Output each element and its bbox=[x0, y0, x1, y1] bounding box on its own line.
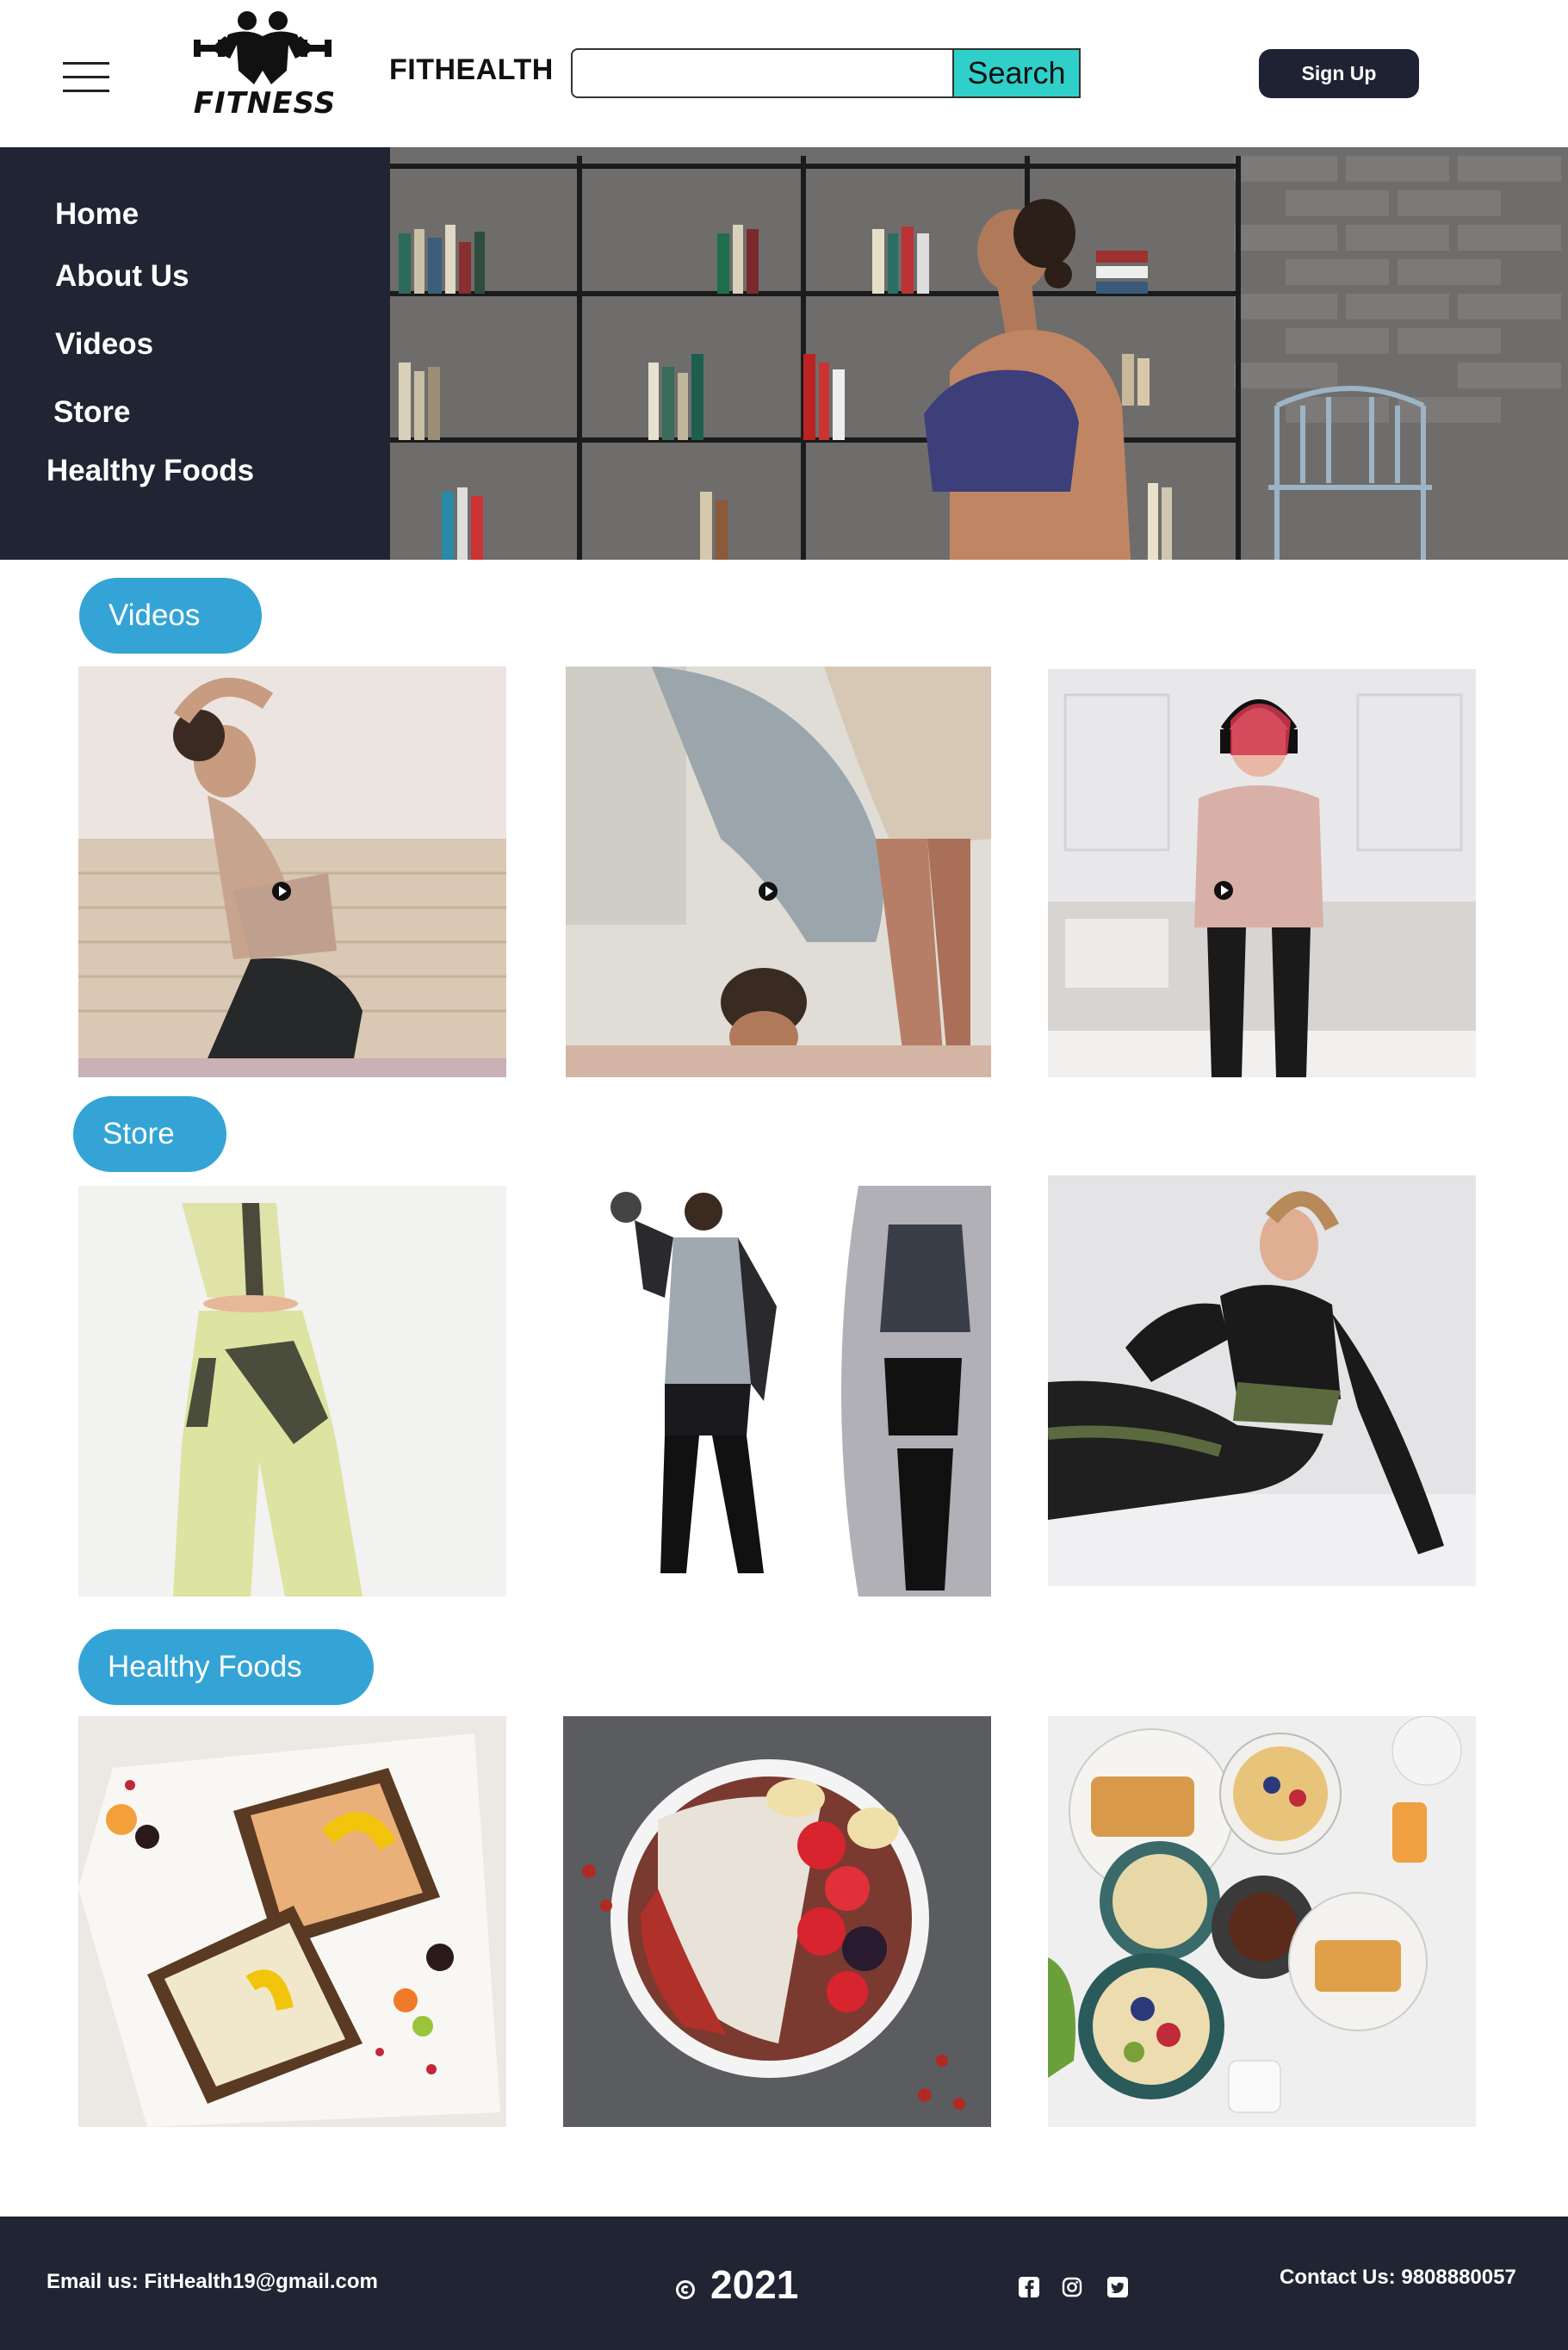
video-card-yoga-stretch[interactable] bbox=[78, 667, 506, 1077]
logo-figures-icon bbox=[194, 11, 332, 84]
copyright-icon bbox=[676, 2280, 695, 2299]
sidebar-item-healthy-foods[interactable]: Healthy Foods bbox=[46, 454, 254, 488]
page: FITNESS FITHEALTH Search Sign Up Home Ab… bbox=[0, 0, 1568, 2350]
food-card-toast[interactable] bbox=[78, 1716, 506, 2127]
logo[interactable]: FITNESS bbox=[177, 10, 353, 121]
section-healthy-foods-label[interactable]: Healthy Foods bbox=[78, 1629, 374, 1705]
video-card-forward-bend[interactable] bbox=[566, 667, 991, 1077]
footer-contact[interactable]: Contact Us: 9808880057 bbox=[1280, 2266, 1516, 2290]
twitter-icon[interactable] bbox=[1107, 2277, 1128, 2297]
footer: Email us: FitHealth19@gmail.com 2021 Con… bbox=[0, 2217, 1568, 2350]
sidebar-item-about-us[interactable]: About Us bbox=[55, 259, 189, 294]
sidebar-nav: Home About Us Videos Store Healthy Foods bbox=[0, 147, 390, 560]
header: FITNESS FITHEALTH Search Sign Up bbox=[0, 0, 1568, 147]
instagram-icon[interactable] bbox=[1062, 2277, 1082, 2297]
sidebar-item-home[interactable]: Home bbox=[55, 197, 139, 232]
footer-email[interactable]: Email us: FitHealth19@gmail.com bbox=[46, 2270, 378, 2294]
menu-icon[interactable] bbox=[63, 62, 109, 93]
play-icon[interactable] bbox=[1214, 881, 1233, 900]
brand-name: FITHEALTH bbox=[389, 53, 554, 86]
food-card-breakfast-spread[interactable] bbox=[1048, 1716, 1476, 2127]
logo-text: FITNESS bbox=[193, 86, 337, 121]
food-card-smoothie-bowl[interactable] bbox=[563, 1716, 991, 2127]
video-card-headphones-workout[interactable] bbox=[1048, 669, 1476, 1077]
section-videos-label[interactable]: Videos bbox=[79, 578, 262, 654]
search-input[interactable] bbox=[571, 48, 953, 98]
sidebar-item-store[interactable]: Store bbox=[53, 395, 130, 430]
play-icon[interactable] bbox=[272, 882, 291, 901]
hero-image bbox=[390, 147, 1568, 560]
search-button[interactable]: Search bbox=[952, 48, 1081, 98]
store-item-yellow-set[interactable] bbox=[78, 1186, 506, 1597]
sign-up-button[interactable]: Sign Up bbox=[1259, 49, 1419, 98]
section-store-label[interactable]: Store bbox=[73, 1096, 226, 1172]
sidebar-item-videos[interactable]: Videos bbox=[55, 327, 153, 362]
facebook-icon[interactable] bbox=[1019, 2277, 1039, 2297]
store-item-green-set[interactable] bbox=[1048, 1175, 1476, 1586]
footer-year: 2021 bbox=[710, 2262, 799, 2307]
play-icon[interactable] bbox=[759, 882, 778, 901]
store-item-compression-set[interactable] bbox=[566, 1186, 991, 1597]
